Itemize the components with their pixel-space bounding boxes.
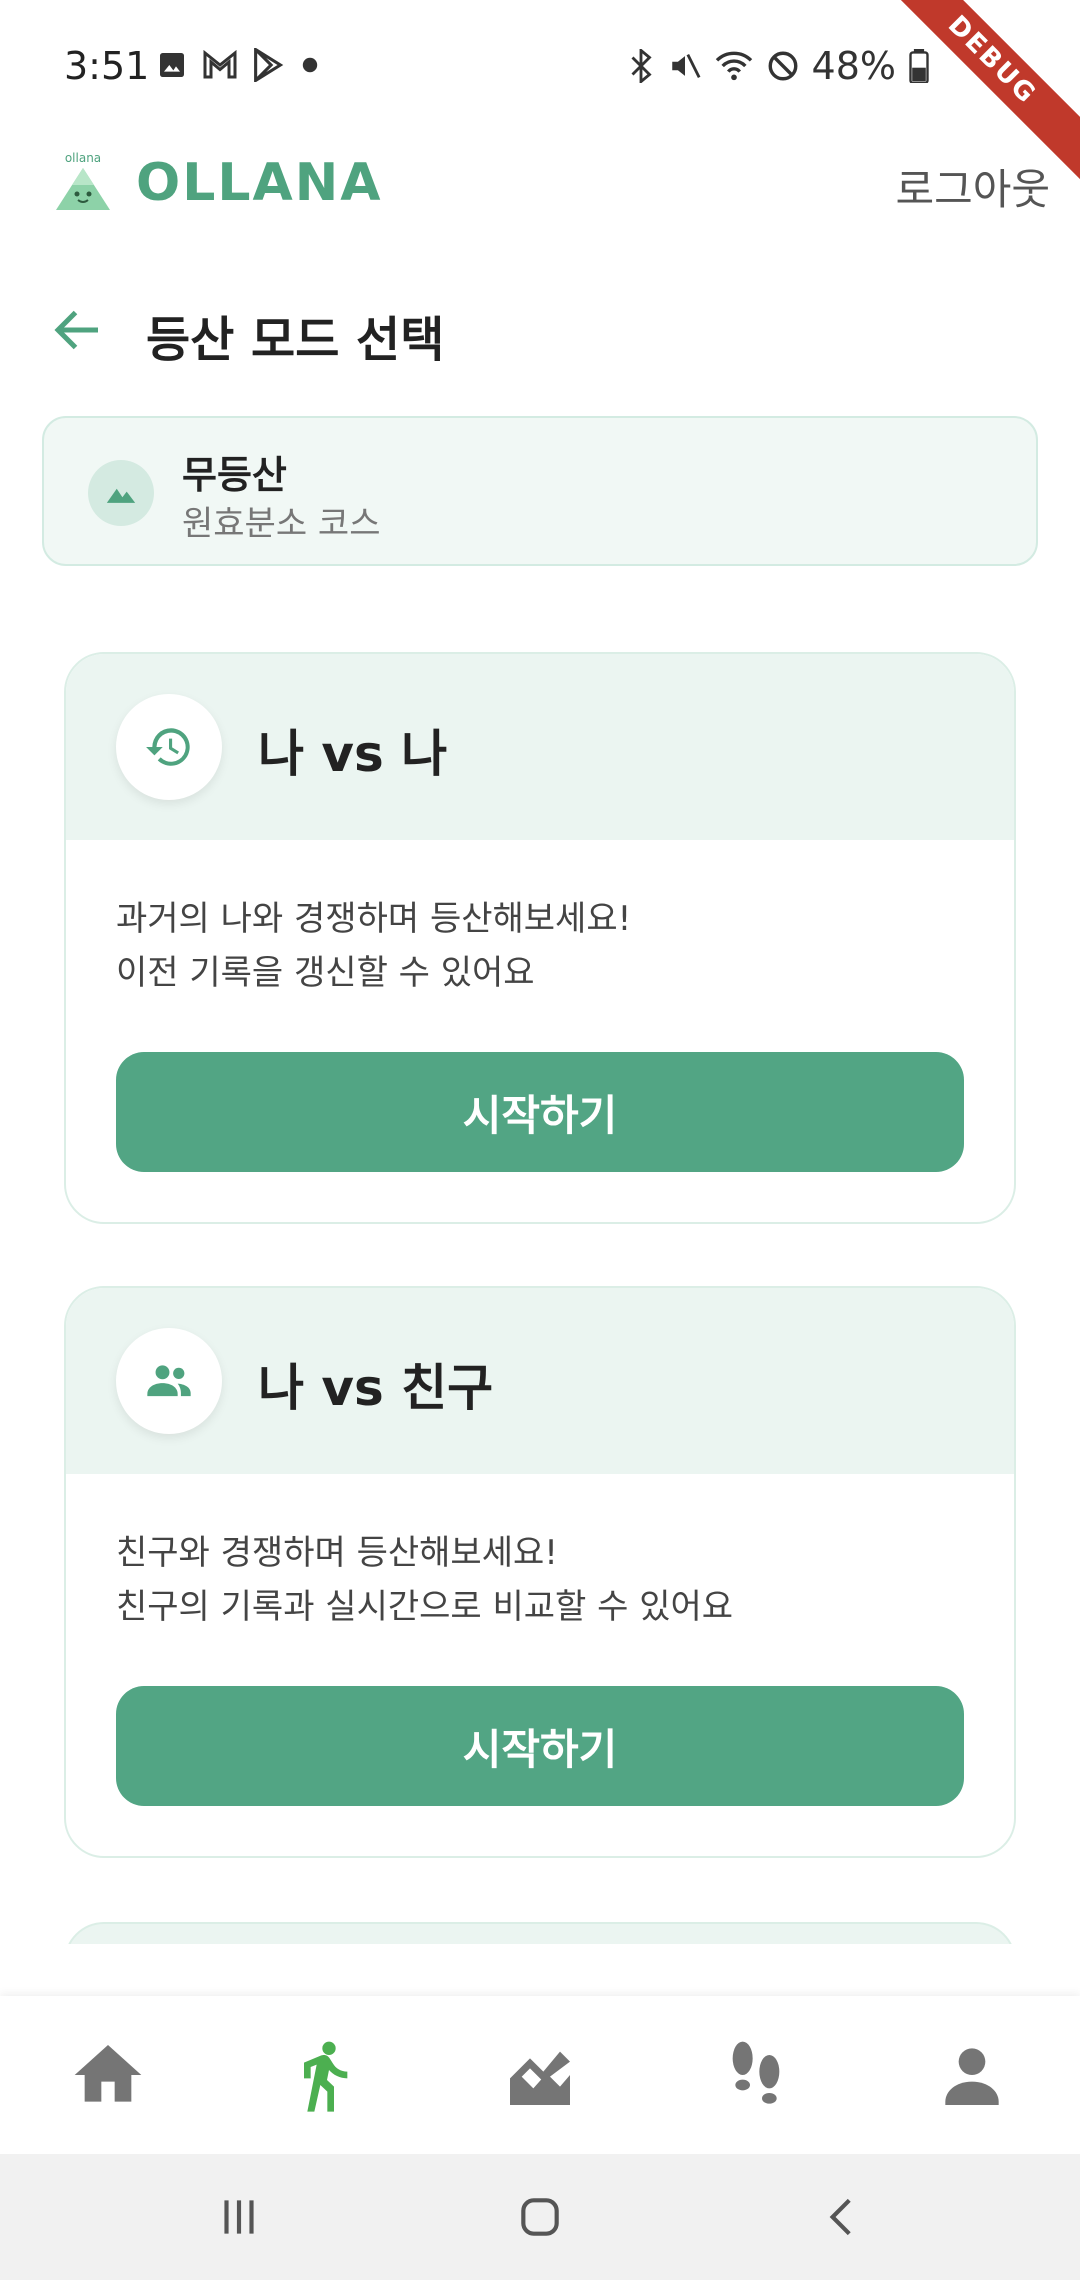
ollana-mascot-icon: ollana [56, 151, 110, 210]
debug-ribbon: DEBUG [870, 0, 1080, 182]
people-icon [147, 1365, 191, 1397]
mode-card-friend: 나 vs 친구 친구와 경쟁하며 등산해보세요! 친구의 기록과 실시간으로 비… [64, 1286, 1016, 1858]
mode-icon-circle [116, 1328, 222, 1434]
nav-hiking[interactable] [264, 2015, 384, 2135]
status-icons-right: 48% [626, 44, 930, 88]
start-button[interactable]: 시작하기 [116, 1052, 964, 1172]
recent-apps-icon[interactable] [214, 2192, 264, 2242]
mountain-icon-circle [88, 460, 154, 526]
svg-text:ollana: ollana [65, 151, 101, 165]
play-store-icon [254, 48, 284, 82]
status-icons-left [156, 48, 322, 82]
footprints-icon [732, 2041, 780, 2104]
mode-title: 나 vs 친구 [258, 1359, 494, 1417]
back-button-icon[interactable] [818, 2192, 868, 2242]
start-button[interactable]: 시작하기 [116, 1686, 964, 1806]
back-arrow-icon[interactable] [48, 300, 108, 360]
battery-icon [909, 49, 929, 83]
status-time: 3:51 [64, 44, 150, 88]
battery-percent: 48% [811, 44, 896, 88]
mode-description-line: 이전 기록을 갱신할 수 있어요 [116, 953, 535, 993]
app-logo: ollana OLLANA [50, 150, 382, 216]
page-title: 등산 모드 선택 [146, 312, 445, 368]
mute-icon [671, 54, 700, 78]
chart-icon [510, 2051, 570, 2105]
selected-mountain-card: 무등산 원효분소 코스 [42, 416, 1038, 566]
mode-icon-circle [116, 694, 222, 800]
bluetooth-icon [631, 49, 652, 83]
person-icon [945, 2048, 999, 2105]
logout-button[interactable]: 로그아웃 [895, 156, 1050, 217]
logo-text: OLLANA [136, 153, 383, 213]
mountain-name: 무등산 [182, 453, 287, 497]
gmail-icon [203, 50, 237, 79]
image-icon [160, 53, 184, 77]
mountain-course: 원효분소 코스 [182, 504, 381, 544]
mode-card-header: 나 vs 나 [66, 654, 1014, 840]
scroll-fade [0, 1944, 1080, 2000]
system-navigation-bar [0, 2154, 1080, 2280]
bottom-navigation [0, 1996, 1080, 2154]
history-icon [146, 728, 190, 766]
nav-home[interactable] [48, 2015, 168, 2135]
mode-description-line: 친구의 기록과 실시간으로 비교할 수 있어요 [116, 1587, 734, 1627]
home-icon [74, 2045, 142, 2102]
mountain-icon [106, 488, 136, 503]
mode-title: 나 vs 나 [258, 725, 448, 783]
nav-footprints[interactable] [696, 2015, 816, 2135]
home-button-icon[interactable] [515, 2192, 565, 2242]
mode-description: 친구와 경쟁하며 등산해보세요! 친구의 기록과 실시간으로 비교할 수 있어요 [116, 1526, 964, 1634]
mode-card-header: 나 vs 친구 [66, 1288, 1014, 1474]
mode-description-line: 과거의 나와 경쟁하며 등산해보세요! [116, 899, 632, 939]
mode-description-line: 친구와 경쟁하며 등산해보세요! [116, 1533, 558, 1573]
dnd-icon [768, 51, 797, 81]
nav-profile[interactable] [912, 2015, 1032, 2135]
wifi-icon [715, 51, 752, 81]
mode-card-self: 나 vs 나 과거의 나와 경쟁하며 등산해보세요! 이전 기록을 갱신할 수 … [64, 652, 1016, 1224]
dot-icon [302, 57, 318, 73]
hiking-icon [304, 2041, 348, 2112]
nav-stats[interactable] [480, 2015, 600, 2135]
mode-description: 과거의 나와 경쟁하며 등산해보세요! 이전 기록을 갱신할 수 있어요 [116, 892, 964, 1000]
